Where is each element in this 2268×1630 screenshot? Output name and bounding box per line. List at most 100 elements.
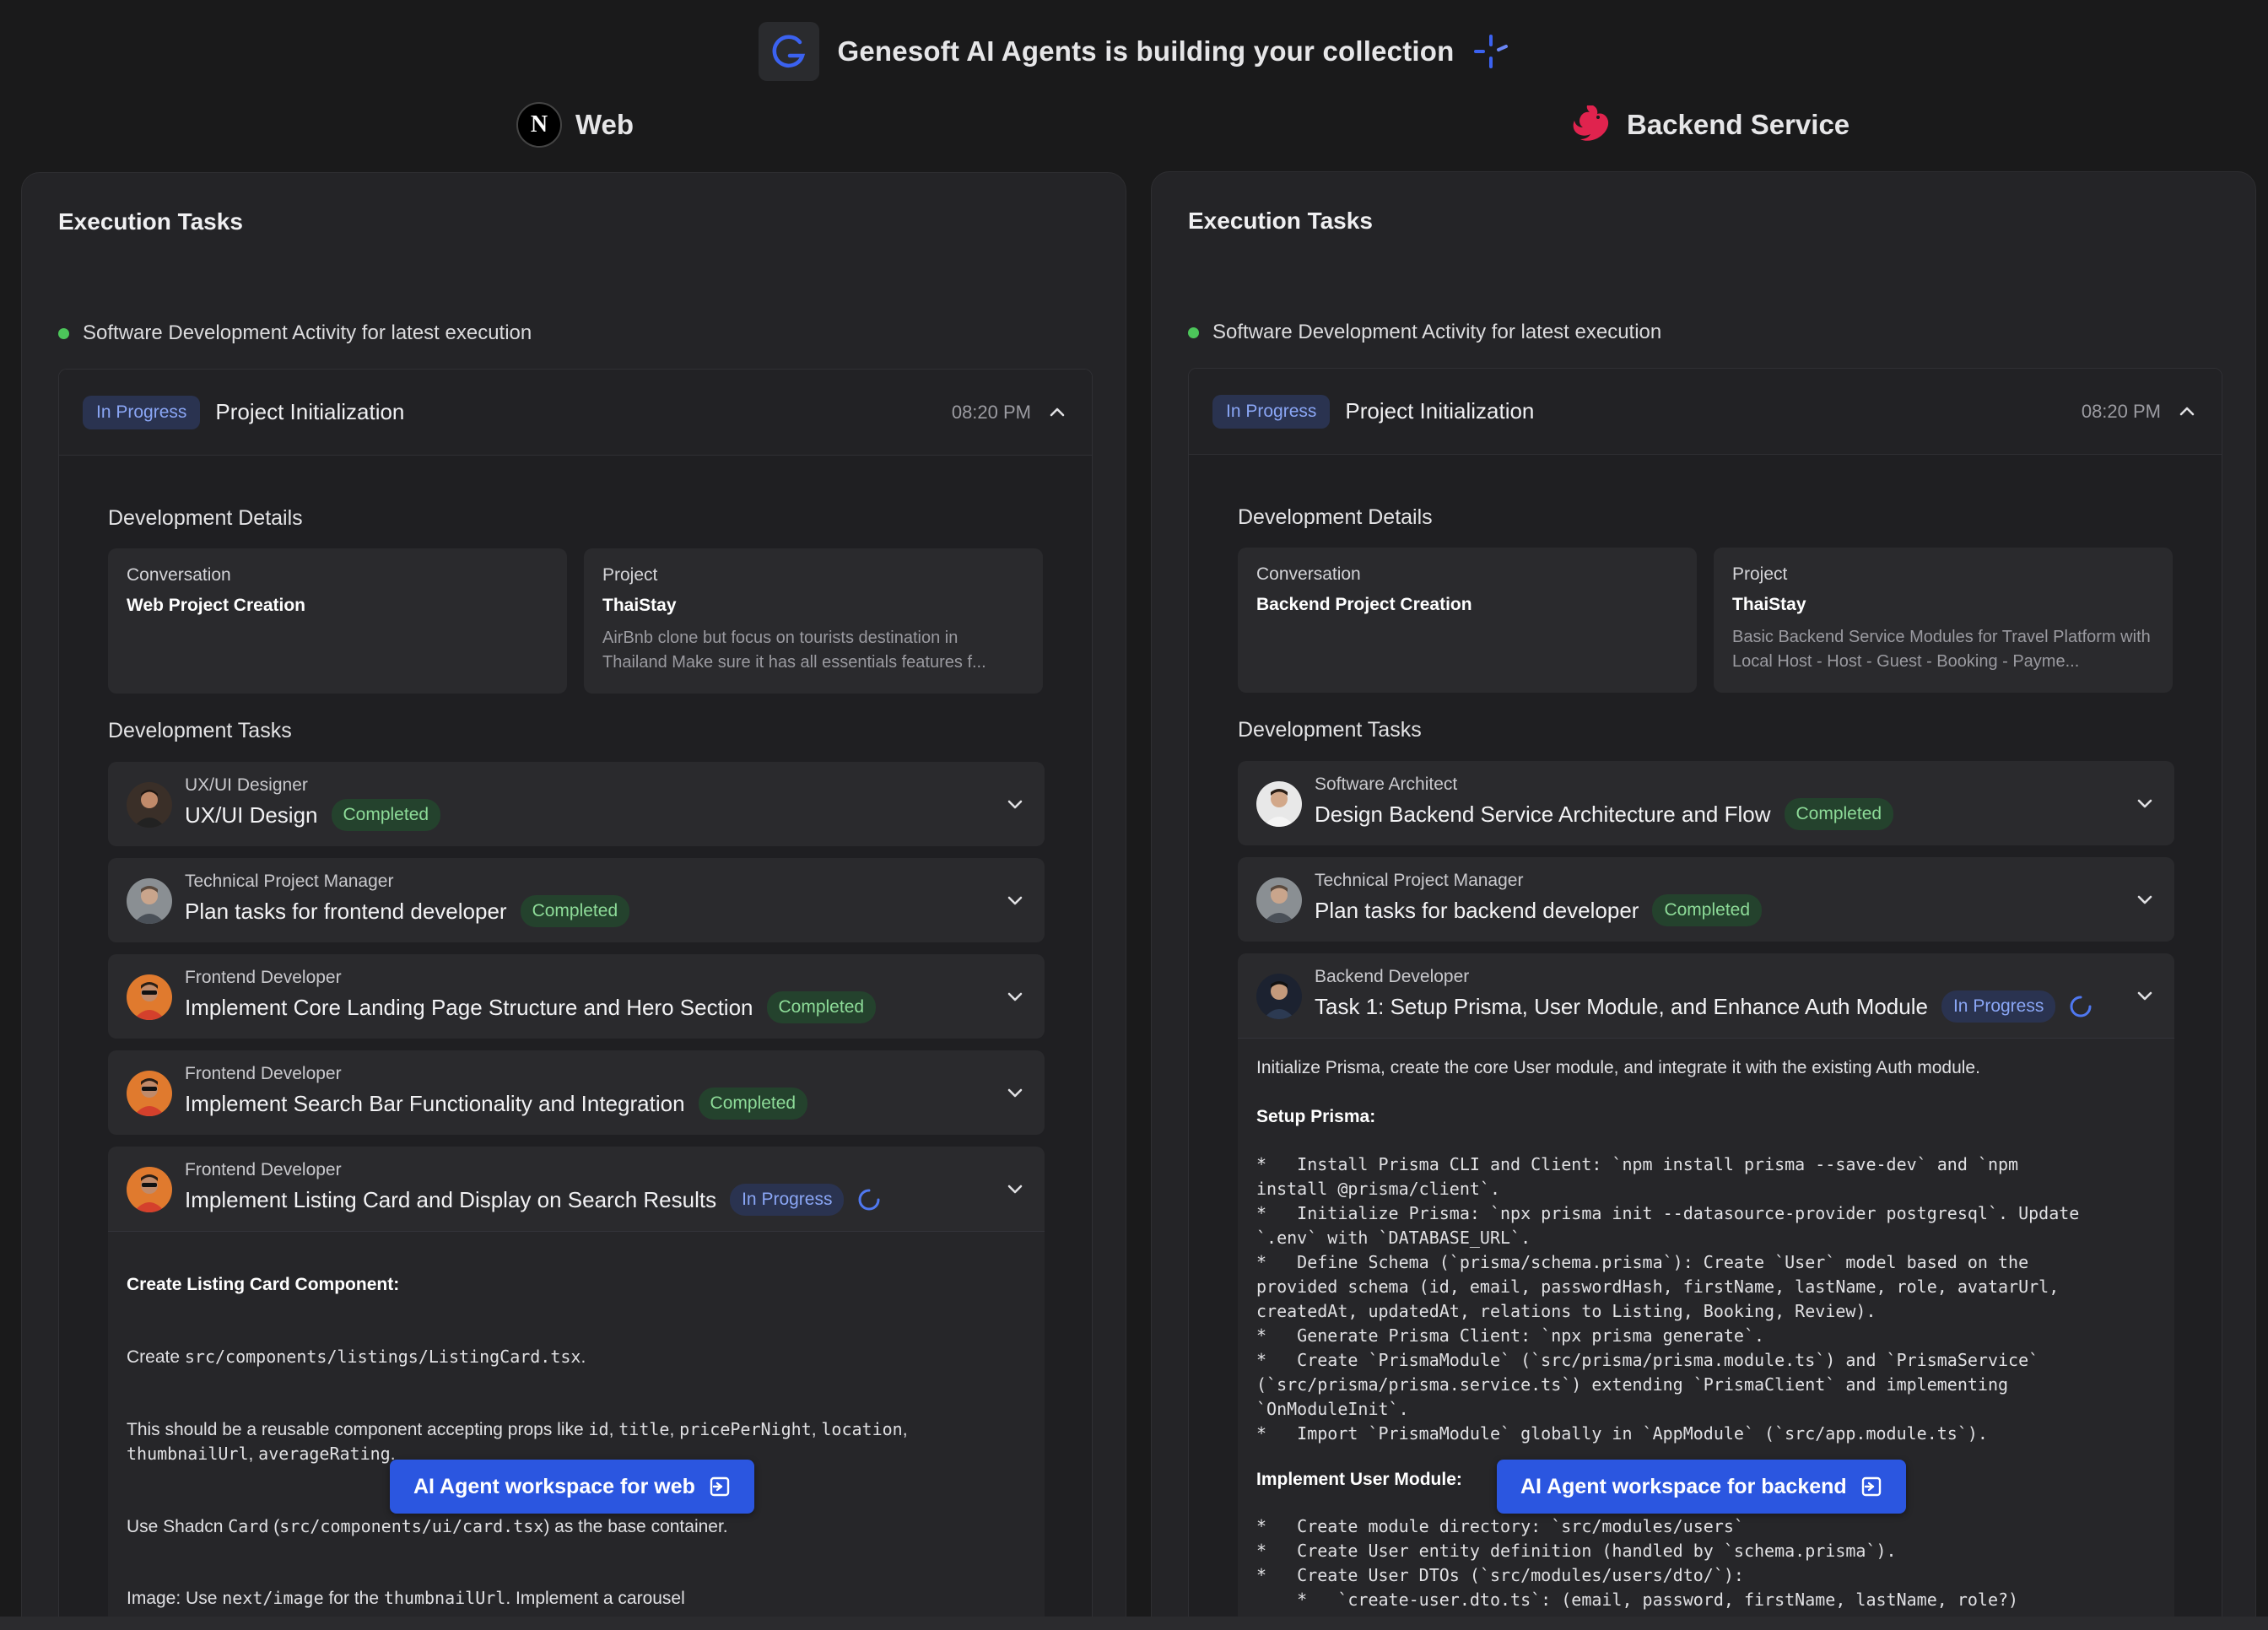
user-module-steps: * Create module directory: `src/modules/… [1256,1516,2019,1610]
task-details-body: Create Listing Card Component: Create sr… [108,1231,1045,1629]
task-body-heading: Create Listing Card Component: [127,1275,400,1294]
backend-heading-label: Backend Service [1627,109,1850,140]
execution-header[interactable]: In Progress Project Initialization 08:20… [59,370,1092,456]
avatar [1256,877,1302,923]
task-name: UX/UI Design [185,802,318,828]
task-row[interactable]: Frontend Developer Implement Core Landin… [108,954,1045,1039]
development-tasks-label: Development Tasks [1238,718,1422,742]
task-role: Frontend Developer [185,1064,342,1083]
task-name: Plan tasks for frontend developer [185,898,507,924]
task-row[interactable]: UX/UI Designer UX/UI Design Completed [108,762,1045,846]
avatar [127,878,172,924]
status-badge: In Progress [83,395,201,429]
task-row[interactable]: Backend Developer Task 1: Setup Prisma, … [1238,953,2174,1038]
web-execution-panel: Execution Tasks Software Development Act… [21,172,1126,1630]
task-name: Plan tasks for backend developer [1315,897,1639,923]
chevron-up-icon[interactable] [2178,402,2196,421]
conversation-value: Web Project Creation [127,596,305,615]
user-module-heading: Implement User Module: [1256,1470,1462,1489]
execution-header[interactable]: In Progress Project Initialization 08:20… [1189,369,2222,455]
project-label: Project [1732,564,1788,584]
execution-name: Project Initialization [215,399,405,424]
task-role: Backend Developer [1315,967,1470,986]
task-name: Task 1: Setup Prisma, User Module, and E… [1315,993,1928,1019]
task-details-body: Initialize Prisma, create the core User … [1238,1038,2174,1628]
chevron-down-icon[interactable] [1006,891,1024,909]
task-row[interactable]: Software Architect Design Backend Servic… [1238,761,2174,845]
chevron-up-icon[interactable] [1048,403,1066,422]
sparkle-icon [1474,35,1509,68]
chevron-down-icon[interactable] [2136,890,2154,909]
backend-workspace-button[interactable]: AI Agent workspace for backend [1497,1460,1906,1514]
execution-card: In Progress Project Initialization 08:20… [58,369,1093,1629]
avatar [1256,781,1302,827]
task-body-intro: Initialize Prisma, create the core User … [1256,1058,1980,1077]
avatar [127,1167,172,1212]
execution-time: 08:20 PM [2081,400,2161,422]
task-name: Implement Core Landing Page Structure an… [185,994,753,1020]
development-details-label: Development Details [1238,505,1433,529]
task-row[interactable]: Frontend Developer Implement Listing Car… [108,1147,1045,1231]
task-role: Technical Project Manager [1315,871,1524,890]
task-row[interactable]: Technical Project Manager Plan tasks for… [1238,857,2174,942]
status-badge: Completed [331,799,441,831]
nestjs-logo-icon [1573,105,1609,141]
setup-prisma-heading: Setup Prisma: [1256,1107,1376,1126]
development-tasks-label: Development Tasks [108,719,292,742]
header-title: Genesoft AI Agents is building your coll… [837,35,1455,67]
project-card: Project ThaiStay Basic Backend Service M… [1714,548,2173,693]
conversation-label: Conversation [1256,564,1361,584]
avatar [127,974,172,1020]
task-role: Technical Project Manager [185,872,394,891]
task-row[interactable]: Technical Project Manager Plan tasks for… [108,858,1045,942]
top-header: Genesoft AI Agents is building your coll… [0,22,2268,81]
task-row[interactable]: Frontend Developer Implement Search Bar … [108,1050,1045,1135]
activity-label: Software Development Activity for latest… [1188,321,1661,344]
panel-title: Execution Tasks [1188,208,1373,234]
status-badge: Completed [766,991,877,1023]
web-workspace-button[interactable]: AI Agent workspace for web [390,1460,754,1514]
avatar [1256,974,1302,1019]
task-body-line: Use Shadcn Card (src/components/ui/card.… [127,1516,728,1536]
chevron-down-icon[interactable] [2136,794,2154,812]
backend-workspace-label: AI Agent workspace for backend [1520,1474,1847,1498]
chevron-down-icon[interactable] [1006,1179,1024,1198]
status-badge: Completed [698,1088,808,1120]
status-badge: In Progress [730,1184,845,1216]
chevron-down-icon[interactable] [1006,987,1024,1006]
genesoft-logo-icon [758,22,819,81]
task-role: UX/UI Designer [185,775,308,795]
conversation-card: Conversation Web Project Creation [108,548,567,694]
task-role: Frontend Developer [185,1160,342,1179]
external-link-icon [1861,1476,1881,1497]
development-details-label: Development Details [108,506,303,530]
activity-text: Software Development Activity for latest… [83,321,532,344]
activity-text: Software Development Activity for latest… [1212,321,1662,343]
status-dot-icon [58,327,69,339]
spinner-icon [859,1189,880,1211]
execution-card: In Progress Project Initialization 08:20… [1188,368,2222,1628]
backend-execution-panel: Execution Tasks Software Development Act… [1151,171,2256,1629]
chevron-down-icon[interactable] [2136,986,2154,1005]
task-name: Implement Listing Card and Display on Se… [185,1186,717,1212]
task-name: Design Backend Service Architecture and … [1315,801,1771,827]
project-value: ThaiStay [1732,595,1806,614]
conversation-card: Conversation Backend Project Creation [1238,548,1697,693]
chevron-down-icon[interactable] [1006,795,1024,813]
setup-prisma-steps: * Install Prisma CLI and Client: `npm in… [1256,1154,2080,1444]
execution-time: 08:20 PM [951,401,1031,423]
status-badge: In Progress [1941,990,2056,1023]
activity-label: Software Development Activity for latest… [58,321,532,345]
task-body-line: Image: Use next/image for the thumbnailU… [127,1588,685,1608]
status-dot-icon [1188,327,1199,338]
status-badge: Completed [520,895,630,927]
web-column-heading: N Web [516,100,634,150]
nextjs-logo-icon: N [516,102,562,148]
project-label: Project [602,565,658,585]
conversation-value: Backend Project Creation [1256,595,1472,614]
project-card: Project ThaiStay AirBnb clone but focus … [584,548,1043,694]
chevron-down-icon[interactable] [1006,1083,1024,1102]
project-description: Basic Backend Service Modules for Travel… [1732,628,2151,671]
web-workspace-label: AI Agent workspace for web [413,1474,695,1498]
panel-title: Execution Tasks [58,208,243,235]
